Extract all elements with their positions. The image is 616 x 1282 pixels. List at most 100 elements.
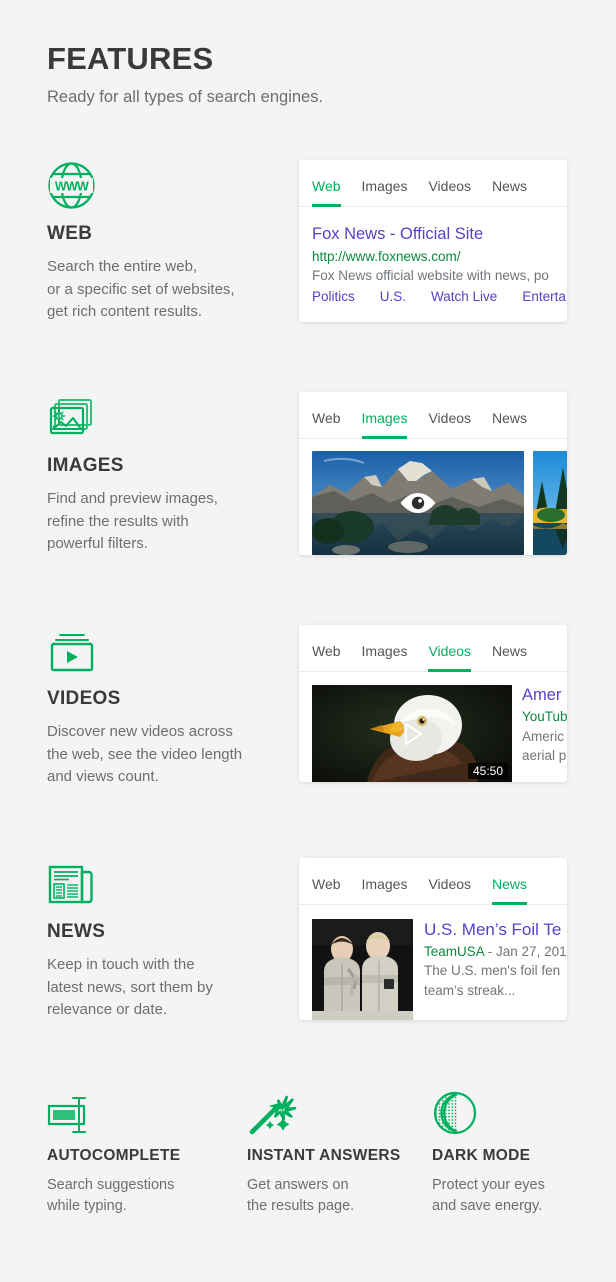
result-card-web: Web Images Videos News Fox News - Offici… bbox=[299, 160, 567, 322]
desc-line: refine the results with bbox=[47, 512, 189, 530]
result-card-videos: Web Images Videos News 45:50 Amer YouTub… bbox=[299, 625, 567, 782]
feature-info-web: WWW WEB Search the entire web, or a spec… bbox=[47, 160, 287, 324]
video-duration-badge: 45:50 bbox=[467, 763, 508, 779]
sitelink[interactable]: Watch Live bbox=[431, 289, 497, 304]
news-thumbnail[interactable] bbox=[312, 919, 413, 1020]
result-title-link[interactable]: Fox News - Official Site bbox=[312, 223, 554, 245]
video-desc: Americ aerial p bbox=[522, 727, 567, 765]
video-meta: Amer YouTub Americ aerial p bbox=[512, 685, 567, 782]
tab-images[interactable]: Images bbox=[362, 876, 408, 904]
feature-desc-web: Search the entire web, or a specific set… bbox=[47, 256, 287, 324]
news-result: U.S. Men’s Foil Te TeamUSA - Jan 27, 201… bbox=[299, 905, 567, 1020]
page-title: FEATURES bbox=[47, 41, 214, 76]
tab-images[interactable]: Images bbox=[361, 410, 407, 439]
news-title-link[interactable]: U.S. Men’s Foil Te bbox=[424, 919, 567, 941]
feature-info-videos: VIDEOS Discover new videos across the we… bbox=[47, 625, 287, 789]
page-subtitle: Ready for all types of search engines. bbox=[47, 88, 324, 106]
tab-videos[interactable]: Videos bbox=[428, 410, 471, 438]
card-tabs-web: Web Images Videos News bbox=[299, 160, 567, 207]
result-sitelinks: Politics U.S. Watch Live Enterta bbox=[312, 289, 566, 304]
secondary-desc: Get answers on the results page. bbox=[247, 1175, 432, 1217]
news-date: - Jan 27, 201 bbox=[484, 944, 567, 959]
result-card-news: Web Images Videos News U.S. Men’s Foil T… bbox=[299, 858, 567, 1020]
tab-news[interactable]: News bbox=[492, 178, 527, 206]
feature-info-images: IMAGES Find and preview images, refine t… bbox=[47, 392, 287, 556]
feature-title-news: NEWS bbox=[47, 921, 106, 942]
result-snippet: Fox News official website with news, po bbox=[312, 268, 549, 283]
desc-line: The U.S. men's foil fen bbox=[424, 963, 561, 978]
page-header: FEATURES Ready for all types of search e… bbox=[47, 40, 323, 108]
secondary-desc: Search suggestions while typing. bbox=[47, 1175, 232, 1217]
desc-line: Search suggestions bbox=[47, 1177, 175, 1193]
video-result: 45:50 Amer YouTub Americ aerial p bbox=[299, 672, 567, 782]
secondary-feature-dark-mode: DARK MODE Protect your eyes and save ene… bbox=[432, 1090, 616, 1217]
tab-news[interactable]: News bbox=[492, 876, 528, 905]
autocomplete-field-icon bbox=[47, 1090, 232, 1136]
desc-line: latest news, sort them by bbox=[47, 978, 213, 996]
video-source[interactable]: YouTub bbox=[522, 709, 567, 724]
desc-line: Americ bbox=[522, 729, 565, 744]
desc-line: powerful filters. bbox=[47, 535, 148, 552]
tab-videos[interactable]: Videos bbox=[428, 643, 471, 672]
video-title-link[interactable]: Amer bbox=[522, 685, 567, 706]
secondary-title: INSTANT ANSWERS bbox=[247, 1147, 401, 1164]
tab-news[interactable]: News bbox=[492, 643, 527, 671]
desc-line: the web, see the video length bbox=[47, 745, 243, 763]
tab-web[interactable]: Web bbox=[312, 876, 341, 904]
tab-videos[interactable]: Videos bbox=[428, 876, 471, 904]
web-result: Fox News - Official Site http://www.foxn… bbox=[299, 207, 567, 322]
feature-title-web: WEB bbox=[47, 223, 93, 244]
image-results-strip bbox=[299, 439, 567, 555]
secondary-title: DARK MODE bbox=[432, 1147, 531, 1164]
desc-line: team’s streak... bbox=[424, 983, 516, 998]
desc-line: relevance or date. bbox=[47, 1001, 168, 1018]
tab-images[interactable]: Images bbox=[362, 178, 408, 206]
news-meta: U.S. Men’s Foil Te TeamUSA - Jan 27, 201… bbox=[413, 919, 567, 1020]
play-icon[interactable] bbox=[395, 717, 429, 751]
secondary-feature-autocomplete: AUTOCOMPLETE Search suggestions while ty… bbox=[47, 1090, 232, 1217]
newspaper-icon bbox=[47, 858, 287, 908]
magic-wand-icon bbox=[247, 1090, 432, 1136]
card-tabs-videos: Web Images Videos News bbox=[299, 625, 567, 672]
feature-info-news: NEWS Keep in touch with the latest news,… bbox=[47, 858, 287, 1022]
card-tabs-news: Web Images Videos News bbox=[299, 858, 567, 905]
card-tabs-images: Web Images Videos News bbox=[299, 392, 567, 439]
sitelink[interactable]: Enterta bbox=[522, 289, 566, 304]
tab-web[interactable]: Web bbox=[312, 178, 341, 207]
tab-news[interactable]: News bbox=[492, 410, 527, 438]
features-page: FEATURES Ready for all types of search e… bbox=[0, 0, 616, 1282]
news-desc: The U.S. men's foil fen team’s streak... bbox=[424, 961, 567, 1001]
desc-line: get rich content results. bbox=[47, 303, 203, 320]
news-source-line: TeamUSA - Jan 27, 201 bbox=[424, 944, 567, 959]
tab-images[interactable]: Images bbox=[362, 643, 408, 671]
feature-desc-images: Find and preview images, refine the resu… bbox=[47, 488, 287, 556]
desc-line: Discover new videos across bbox=[47, 723, 233, 740]
desc-line: Keep in touch with the bbox=[47, 956, 195, 973]
feature-title-images: IMAGES bbox=[47, 455, 124, 476]
news-source[interactable]: TeamUSA bbox=[424, 944, 484, 959]
video-thumbnail[interactable]: 45:50 bbox=[312, 685, 512, 782]
desc-line: Search the entire web, bbox=[47, 258, 198, 275]
feature-desc-news: Keep in touch with the latest news, sort… bbox=[47, 954, 287, 1022]
result-card-images: Web Images Videos News bbox=[299, 392, 567, 555]
feature-title-videos: VIDEOS bbox=[47, 688, 121, 709]
eye-icon bbox=[399, 490, 437, 516]
sitelink[interactable]: U.S. bbox=[380, 289, 406, 304]
desc-line: Get answers on bbox=[247, 1177, 349, 1193]
sitelink[interactable]: Politics bbox=[312, 289, 355, 304]
svg-text:WWW: WWW bbox=[55, 180, 89, 194]
image-stack-icon bbox=[47, 392, 287, 442]
feature-desc-videos: Discover new videos across the web, see … bbox=[47, 721, 287, 789]
desc-line: Find and preview images, bbox=[47, 490, 218, 507]
video-player-icon bbox=[47, 625, 287, 675]
tab-videos[interactable]: Videos bbox=[428, 178, 471, 206]
secondary-title: AUTOCOMPLETE bbox=[47, 1147, 181, 1164]
image-thumbnail[interactable] bbox=[533, 451, 567, 555]
desc-line: the results page. bbox=[247, 1198, 355, 1214]
tab-web[interactable]: Web bbox=[312, 643, 341, 671]
secondary-feature-instant-answers: INSTANT ANSWERS Get answers on the resul… bbox=[247, 1090, 432, 1217]
tab-web[interactable]: Web bbox=[312, 410, 341, 438]
image-thumbnail[interactable] bbox=[312, 451, 524, 555]
result-url[interactable]: http://www.foxnews.com/ bbox=[312, 249, 554, 264]
desc-line: Protect your eyes bbox=[432, 1177, 545, 1193]
